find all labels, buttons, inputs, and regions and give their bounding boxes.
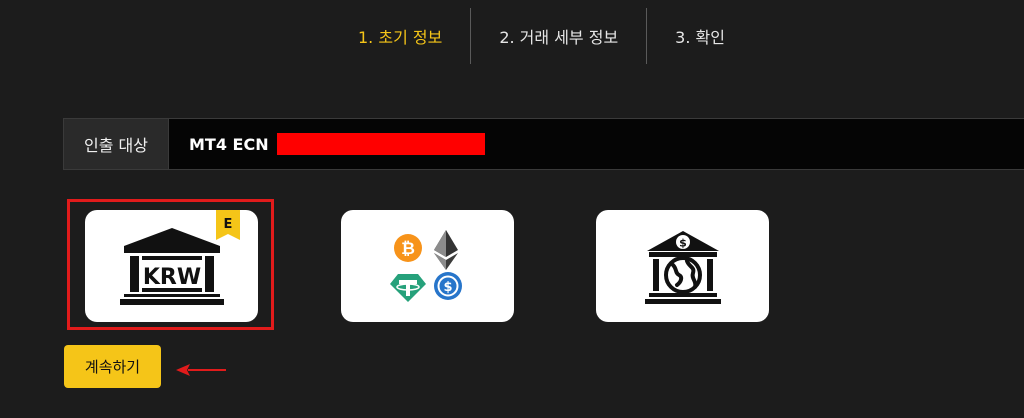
withdraw-page: 1. 초기 정보 2. 거래 세부 정보 3. 확인 인출 대상 MT4 ECN…	[0, 0, 1024, 418]
method-card-crypto[interactable]: ₿ $	[341, 210, 514, 322]
badge-letter: E	[224, 217, 233, 232]
krw-text: KRW	[142, 265, 200, 290]
bitcoin-icon: ₿	[393, 234, 422, 262]
account-name: MT4 ECN	[189, 134, 269, 154]
step-confirm[interactable]: 3. 확인	[647, 8, 753, 64]
withdraw-target-row[interactable]: 인출 대상 MT4 ECN	[63, 118, 1024, 170]
withdraw-target-label: 인출 대상	[64, 119, 169, 169]
method-card-international-bank[interactable]: $	[596, 210, 769, 322]
continue-button[interactable]: 계속하기	[64, 345, 161, 388]
step-initial-info[interactable]: 1. 초기 정보	[330, 8, 470, 64]
international-bank-icon: $	[644, 231, 721, 304]
bank-krw-icon: KRW	[119, 228, 224, 305]
ethereum-icon	[433, 230, 458, 270]
svg-text:$: $	[679, 237, 687, 250]
withdraw-target-select[interactable]: MT4 ECN	[169, 119, 1024, 169]
tether-icon	[389, 274, 426, 302]
step-transaction-details[interactable]: 2. 거래 세부 정보	[471, 8, 646, 64]
bookmark-badge-icon: E	[216, 210, 240, 240]
redacted-account-number	[276, 133, 485, 155]
svg-text:₿: ₿	[401, 239, 415, 259]
method-card-krw-bank[interactable]: E KRW	[85, 210, 258, 322]
svg-text:$: $	[443, 280, 452, 295]
crypto-coins-icon: ₿ $	[389, 230, 462, 302]
arrow-left-icon	[176, 364, 226, 376]
progress-stepper: 1. 초기 정보 2. 거래 세부 정보 3. 확인	[330, 8, 753, 64]
usdc-icon: $	[433, 272, 462, 300]
